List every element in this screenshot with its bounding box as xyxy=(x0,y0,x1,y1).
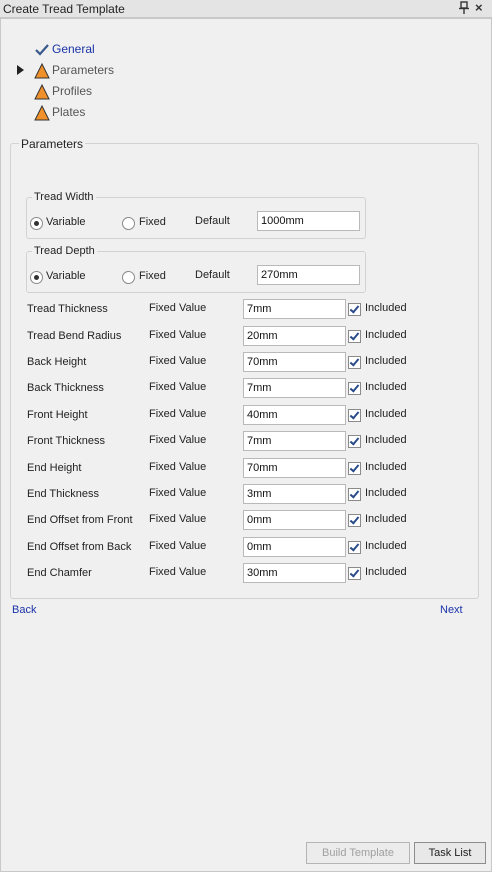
included-checkbox[interactable] xyxy=(348,382,361,395)
included-label: Included xyxy=(365,487,407,499)
tread-depth-default-input[interactable]: 270mm xyxy=(257,265,360,285)
included-checkbox[interactable] xyxy=(348,303,361,316)
back-link[interactable]: Back xyxy=(12,604,36,616)
included-label: Included xyxy=(365,355,407,367)
task-list-button[interactable]: Task List xyxy=(414,842,486,864)
parameter-mode: Fixed Value xyxy=(149,408,207,420)
step-parameters[interactable]: Parameters xyxy=(0,61,200,81)
pin-icon[interactable] xyxy=(458,1,470,15)
warning-icon xyxy=(34,105,50,121)
included-label: Included xyxy=(365,513,407,525)
included-label: Included xyxy=(365,540,407,552)
included-label: Included xyxy=(365,434,407,446)
parameter-value-input[interactable]: 7mm xyxy=(243,378,346,398)
parameter-label: End Offset from Back xyxy=(27,541,132,553)
current-step-arrow-icon xyxy=(17,65,24,75)
parameter-value-input[interactable]: 0mm xyxy=(243,537,346,557)
close-icon[interactable]: × xyxy=(475,0,483,15)
parameter-mode: Fixed Value xyxy=(149,513,207,525)
parameter-value-input[interactable]: 3mm xyxy=(243,484,346,504)
tread-depth-default-label: Default xyxy=(195,269,230,281)
parameter-mode: Fixed Value xyxy=(149,381,207,393)
parameter-label: Front Thickness xyxy=(27,435,106,447)
included-label: Included xyxy=(365,381,407,393)
tread-width-default-label: Default xyxy=(195,215,230,227)
tread-width-fixed-radio[interactable] xyxy=(122,217,135,230)
parameter-mode: Fixed Value xyxy=(149,434,207,446)
step-label: Parameters xyxy=(52,63,115,77)
parameter-value-input[interactable]: 30mm xyxy=(243,563,346,583)
parameter-label: Tread Bend Radius xyxy=(27,330,122,342)
included-label: Included xyxy=(365,566,407,578)
parameter-mode: Fixed Value xyxy=(149,329,207,341)
parameter-value-input[interactable]: 70mm xyxy=(243,458,346,478)
tread-width-variable-label: Variable xyxy=(46,216,86,228)
included-checkbox[interactable] xyxy=(348,330,361,343)
tread-depth-fixed-radio[interactable] xyxy=(122,271,135,284)
included-label: Included xyxy=(365,329,407,341)
parameter-label: Back Height xyxy=(27,356,87,368)
parameter-label: End Thickness xyxy=(27,488,99,500)
parameter-value-input[interactable]: 0mm xyxy=(243,510,346,530)
parameter-mode: Fixed Value xyxy=(149,566,207,578)
checkmark-icon xyxy=(35,44,49,56)
warning-icon xyxy=(34,63,50,79)
included-checkbox[interactable] xyxy=(348,356,361,369)
parameter-value-input[interactable]: 7mm xyxy=(243,299,346,319)
step-plates[interactable]: Plates xyxy=(0,103,200,123)
parameter-value-input[interactable]: 70mm xyxy=(243,352,346,372)
step-profiles[interactable]: Profiles xyxy=(0,82,200,102)
tread-width-default-input[interactable]: 1000mm xyxy=(257,211,360,231)
step-label: Plates xyxy=(52,105,86,119)
parameter-value-input[interactable]: 40mm xyxy=(243,405,346,425)
tread-width-title: Tread Width xyxy=(32,191,96,203)
tread-depth-variable-radio[interactable] xyxy=(30,271,43,284)
included-checkbox[interactable] xyxy=(348,462,361,475)
warning-icon xyxy=(34,84,50,100)
step-general[interactable]: General xyxy=(0,40,200,60)
included-checkbox[interactable] xyxy=(348,488,361,501)
parameter-mode: Fixed Value xyxy=(149,302,207,314)
parameter-mode: Fixed Value xyxy=(149,487,207,499)
next-link[interactable]: Next xyxy=(440,604,463,616)
parameter-label: End Height xyxy=(27,462,82,474)
included-checkbox[interactable] xyxy=(348,567,361,580)
parameter-mode: Fixed Value xyxy=(149,540,207,552)
tread-depth-title: Tread Depth xyxy=(32,245,97,257)
parameter-label: End Chamfer xyxy=(27,567,92,579)
tread-depth-fixed-label: Fixed xyxy=(139,270,166,282)
included-label: Included xyxy=(365,461,407,473)
parameter-label: End Offset from Front xyxy=(27,514,133,526)
included-label: Included xyxy=(365,302,407,314)
parameter-value-input[interactable]: 7mm xyxy=(243,431,346,451)
step-label: General xyxy=(52,42,95,56)
parameter-mode: Fixed Value xyxy=(149,461,207,473)
step-label: Profiles xyxy=(52,84,93,98)
included-checkbox[interactable] xyxy=(348,435,361,448)
tread-depth-variable-label: Variable xyxy=(46,270,86,282)
parameter-label: Tread Thickness xyxy=(27,303,108,315)
parameter-label: Back Thickness xyxy=(27,382,104,394)
parameters-group-title: Parameters xyxy=(19,137,86,151)
parameter-label: Front Height xyxy=(27,409,88,421)
parameter-mode: Fixed Value xyxy=(149,355,207,367)
included-checkbox[interactable] xyxy=(348,541,361,554)
title-bar: Create Tread Template × xyxy=(0,0,492,18)
included-label: Included xyxy=(365,408,407,420)
build-template-button[interactable]: Build Template xyxy=(306,842,410,864)
tread-width-fixed-label: Fixed xyxy=(139,216,166,228)
tread-width-variable-radio[interactable] xyxy=(30,217,43,230)
window-title: Create Tread Template xyxy=(3,2,125,16)
parameter-value-input[interactable]: 20mm xyxy=(243,326,346,346)
included-checkbox[interactable] xyxy=(348,514,361,527)
included-checkbox[interactable] xyxy=(348,409,361,422)
